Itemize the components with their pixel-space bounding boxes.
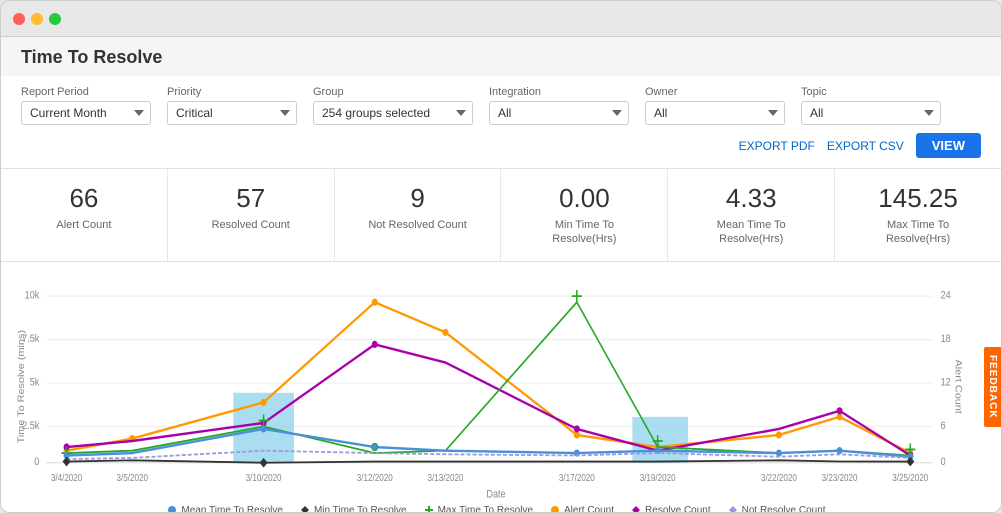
maximize-button[interactable] bbox=[49, 13, 61, 25]
svg-text:3/22/2020: 3/22/2020 bbox=[761, 472, 797, 483]
feedback-tab[interactable]: FEEDBACK bbox=[984, 347, 1001, 427]
svg-text:3/17/2020: 3/17/2020 bbox=[559, 472, 595, 483]
svg-text:0: 0 bbox=[941, 456, 946, 468]
svg-text:6: 6 bbox=[941, 420, 946, 432]
metric-alert-count: 66 Alert Count bbox=[1, 169, 168, 261]
svg-text:10k: 10k bbox=[25, 289, 41, 301]
svg-text:3/25/2020: 3/25/2020 bbox=[892, 472, 928, 483]
metric-not-resolved-count: 9 Not Resolved Count bbox=[335, 169, 502, 261]
svg-text:5k: 5k bbox=[30, 376, 40, 388]
legend-mean-time: Mean Time To Resolve bbox=[166, 504, 283, 512]
filter-report-period-label: Report Period bbox=[21, 86, 151, 98]
time-to-resolve-chart: 10k 7.5k 5k 2.5k 0 Time To Resolve (mins… bbox=[11, 272, 981, 507]
svg-text:Time To Resolve (mins): Time To Resolve (mins) bbox=[17, 330, 27, 443]
export-csv-button[interactable]: EXPORT CSV bbox=[827, 139, 904, 153]
svg-text:18: 18 bbox=[941, 333, 951, 345]
legend-alert-count: Alert Count bbox=[549, 504, 614, 512]
metric-value-not-resolved-count: 9 bbox=[345, 183, 491, 214]
filter-integration-label: Integration bbox=[489, 86, 629, 98]
metric-label-mean-time: Mean Time ToResolve(Hrs) bbox=[678, 218, 824, 247]
metric-mean-time: 4.33 Mean Time ToResolve(Hrs) bbox=[668, 169, 835, 261]
metrics-row: 66 Alert Count 57 Resolved Count 9 Not R… bbox=[1, 169, 1001, 262]
integration-select[interactable]: All bbox=[489, 101, 629, 125]
filter-group-label: Group bbox=[313, 86, 473, 98]
metric-max-time: 145.25 Max Time ToResolve(Hrs) bbox=[835, 169, 1001, 261]
export-pdf-button[interactable]: EXPORT PDF bbox=[739, 139, 815, 153]
metric-value-alert-count: 66 bbox=[11, 183, 157, 214]
metric-value-min-time: 0.00 bbox=[511, 183, 657, 214]
svg-text:24: 24 bbox=[941, 289, 951, 301]
priority-select[interactable]: Critical High Medium Low All bbox=[167, 101, 297, 125]
metric-value-max-time: 145.25 bbox=[845, 183, 991, 214]
chart-area: FEEDBACK 10k 7.5k 5k 2.5k 0 Time To Reso… bbox=[1, 262, 1001, 512]
filter-priority-label: Priority bbox=[167, 86, 297, 98]
minimize-button[interactable] bbox=[31, 13, 43, 25]
svg-text:3/5/2020: 3/5/2020 bbox=[117, 472, 148, 483]
legend-min-time: Min Time To Resolve bbox=[299, 504, 407, 512]
svg-text:3/10/2020: 3/10/2020 bbox=[246, 472, 282, 483]
alert-count-line bbox=[67, 302, 911, 453]
svg-text:3/23/2020: 3/23/2020 bbox=[822, 472, 858, 483]
svg-text:3/4/2020: 3/4/2020 bbox=[51, 472, 82, 483]
filters-row: Report Period Current Month Last Month L… bbox=[21, 86, 981, 125]
filter-report-period: Report Period Current Month Last Month L… bbox=[21, 86, 151, 125]
metric-label-not-resolved-count: Not Resolved Count bbox=[345, 218, 491, 232]
filter-owner: Owner All bbox=[645, 86, 785, 125]
svg-text:12: 12 bbox=[941, 376, 951, 388]
filter-topic-label: Topic bbox=[801, 86, 941, 98]
main-window: Time To Resolve Report Period Current Mo… bbox=[0, 0, 1002, 513]
svg-text:3/12/2020: 3/12/2020 bbox=[357, 472, 393, 483]
metric-label-min-time: Min Time ToResolve(Hrs) bbox=[511, 218, 657, 247]
svg-text:Date: Date bbox=[486, 489, 506, 501]
legend-not-resolve-count: Not Resolve Count bbox=[727, 504, 826, 512]
group-select[interactable]: 254 groups selected All Groups bbox=[313, 101, 473, 125]
metric-label-max-time: Max Time ToResolve(Hrs) bbox=[845, 218, 991, 247]
owner-select[interactable]: All bbox=[645, 101, 785, 125]
controls-bar: Report Period Current Month Last Month L… bbox=[1, 76, 1001, 169]
svg-text:Alert Count: Alert Count bbox=[953, 359, 963, 413]
svg-text:0: 0 bbox=[34, 456, 39, 468]
legend-resolve-count: Resolve Count bbox=[630, 504, 711, 512]
actions-row: EXPORT PDF EXPORT CSV VIEW bbox=[21, 133, 981, 158]
filter-topic: Topic All bbox=[801, 86, 941, 125]
bar-3-19 bbox=[632, 416, 688, 462]
metric-value-resolved-count: 57 bbox=[178, 183, 324, 214]
legend-max-time: Max Time To Resolve bbox=[423, 504, 533, 512]
traffic-lights bbox=[13, 13, 61, 25]
metric-resolved-count: 57 Resolved Count bbox=[168, 169, 335, 261]
view-button[interactable]: VIEW bbox=[916, 133, 981, 158]
metric-label-resolved-count: Resolved Count bbox=[178, 218, 324, 232]
filter-integration: Integration All bbox=[489, 86, 629, 125]
metric-value-mean-time: 4.33 bbox=[678, 183, 824, 214]
topic-select[interactable]: All bbox=[801, 101, 941, 125]
title-bar bbox=[1, 1, 1001, 37]
metric-min-time: 0.00 Min Time ToResolve(Hrs) bbox=[501, 169, 668, 261]
page-title: Time To Resolve bbox=[1, 37, 1001, 76]
metric-label-alert-count: Alert Count bbox=[11, 218, 157, 232]
svg-text:3/19/2020: 3/19/2020 bbox=[640, 472, 676, 483]
filter-group: Group 254 groups selected All Groups bbox=[313, 86, 473, 125]
report-period-select[interactable]: Current Month Last Month Last 3 Months bbox=[21, 101, 151, 125]
filter-priority: Priority Critical High Medium Low All bbox=[167, 86, 297, 125]
filter-owner-label: Owner bbox=[645, 86, 785, 98]
close-button[interactable] bbox=[13, 13, 25, 25]
svg-text:3/13/2020: 3/13/2020 bbox=[428, 472, 464, 483]
